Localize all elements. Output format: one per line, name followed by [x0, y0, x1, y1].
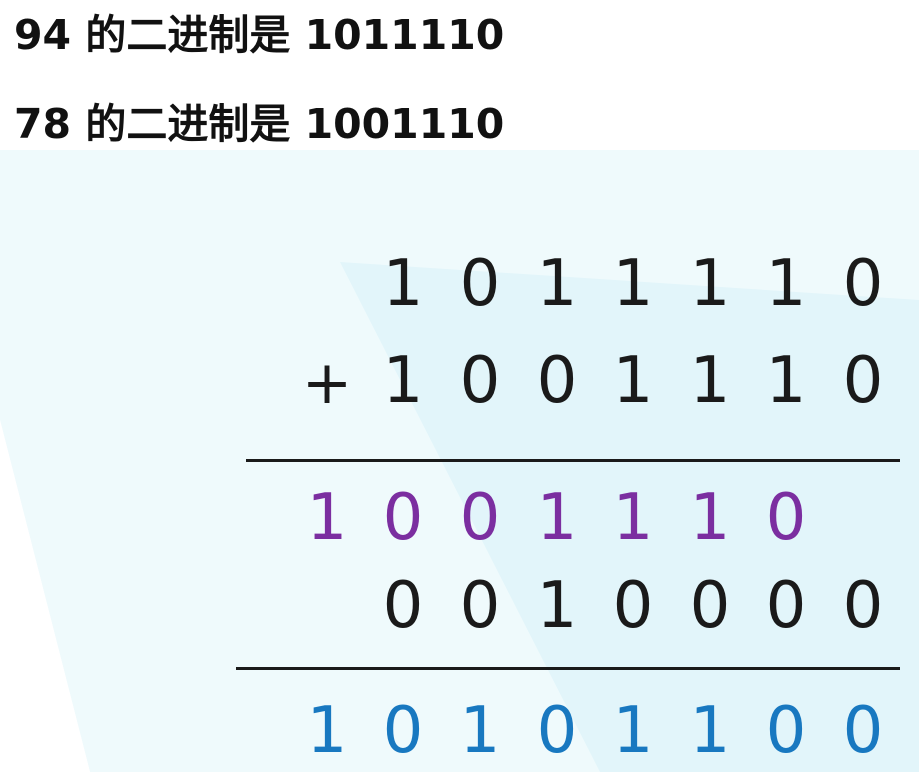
result-divider-line	[236, 667, 900, 670]
plus-sign: +	[301, 348, 353, 418]
digit: 0	[536, 694, 578, 768]
digit: 1	[612, 481, 654, 555]
digit: 1	[689, 247, 731, 321]
digit: 1	[459, 694, 501, 768]
digit: 1	[536, 481, 578, 555]
digit: 0	[765, 569, 807, 643]
heading-94-binary: 94 的二进制是 1011110	[14, 11, 505, 59]
digit: 0	[459, 247, 501, 321]
digit: 0	[842, 569, 884, 643]
digit: 1	[382, 247, 424, 321]
digit: 1	[306, 481, 348, 555]
digit: 0	[459, 344, 501, 418]
digit: 1	[306, 694, 348, 768]
digit: 1	[382, 344, 424, 418]
digit: 0	[689, 569, 731, 643]
digit: 0	[842, 694, 884, 768]
digit: 1	[765, 247, 807, 321]
digit: 0	[612, 569, 654, 643]
digit: 0	[765, 694, 807, 768]
digit: 0	[536, 344, 578, 418]
digit: 1	[612, 694, 654, 768]
digit: 1	[689, 344, 731, 418]
digit: 1	[536, 569, 578, 643]
digit: 1	[612, 247, 654, 321]
digit: 1	[536, 247, 578, 321]
sum-divider-line	[246, 459, 900, 462]
digit: 1	[765, 344, 807, 418]
digit: 0	[382, 694, 424, 768]
digit: 0	[382, 481, 424, 555]
digit: 0	[459, 481, 501, 555]
digit: 0	[459, 569, 501, 643]
digit: 1	[689, 481, 731, 555]
digit: 0	[382, 569, 424, 643]
digit: 0	[842, 344, 884, 418]
digit: 0	[765, 481, 807, 555]
digit: 0	[842, 247, 884, 321]
digit: 1	[689, 694, 731, 768]
heading-78-binary: 78 的二进制是 1001110	[14, 100, 505, 148]
digit: 1	[612, 344, 654, 418]
